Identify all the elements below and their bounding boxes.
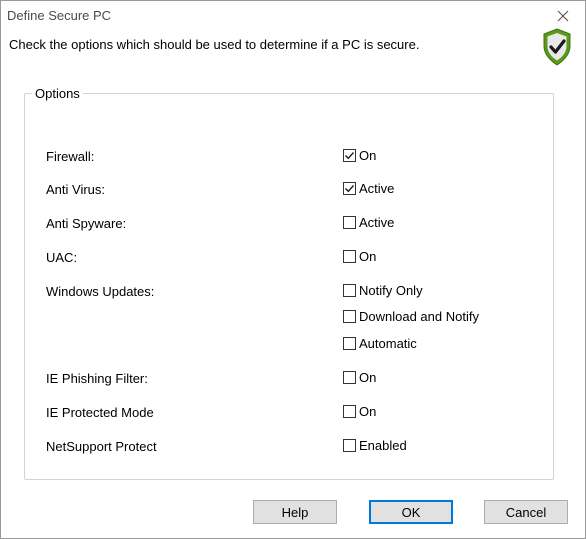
netsupport-protect-label: NetSupport Protect — [46, 439, 157, 454]
ie-protected-mode-on-checkbox[interactable]: On — [343, 404, 376, 419]
automatic-label: Automatic — [359, 336, 417, 351]
shield-check-icon — [543, 28, 571, 66]
ie-protected-mode-on-label: On — [359, 404, 377, 419]
checkbox-box[interactable] — [343, 149, 356, 162]
anti-spyware-label: Anti Spyware: — [46, 216, 127, 231]
uac-on-checkbox[interactable]: On — [343, 249, 376, 264]
checkmark-icon — [345, 185, 355, 193]
netsupport-protect-enabled-checkbox[interactable]: Enabled — [343, 438, 407, 453]
ie-protected-mode-label: IE Protected Mode — [46, 405, 154, 420]
anti-virus-label: Anti Virus: — [46, 182, 106, 197]
windows-updates-download-notify-checkbox[interactable]: Download and Notify — [343, 309, 479, 324]
checkbox-box[interactable] — [343, 337, 356, 350]
windows-updates-automatic-checkbox[interactable]: Automatic — [343, 336, 417, 351]
checkbox-box[interactable] — [343, 284, 356, 297]
uac-on-label: On — [359, 249, 377, 264]
ok-button[interactable]: OK — [369, 500, 453, 524]
ie-phishing-filter-on-checkbox[interactable]: On — [343, 370, 376, 385]
checkbox-box[interactable] — [343, 216, 356, 229]
anti-spyware-active-label: Active — [359, 215, 395, 230]
ie-phishing-filter-label: IE Phishing Filter: — [46, 371, 148, 386]
netsupport-protect-enabled-label: Enabled — [359, 438, 407, 453]
uac-label: UAC: — [46, 250, 78, 265]
anti-virus-active-checkbox[interactable]: Active — [343, 181, 394, 196]
firewall-label: Firewall: — [46, 149, 95, 164]
windows-updates-label: Windows Updates: — [46, 284, 155, 299]
close-icon — [557, 10, 569, 22]
cancel-button[interactable]: Cancel — [484, 500, 568, 524]
window-title: Define Secure PC — [7, 8, 112, 23]
checkmark-icon — [345, 152, 355, 160]
notify-only-label: Notify Only — [359, 283, 423, 298]
checkbox-box[interactable] — [343, 182, 356, 195]
options-group: Options Firewall: On Anti Virus: Active … — [24, 86, 554, 480]
ie-phishing-filter-on-label: On — [359, 370, 377, 385]
windows-updates-notify-only-checkbox[interactable]: Notify Only — [343, 283, 423, 298]
firewall-on-label: On — [359, 148, 377, 163]
checkbox-box[interactable] — [343, 371, 356, 384]
checkbox-box[interactable] — [343, 310, 356, 323]
help-button[interactable]: Help — [253, 500, 337, 524]
anti-virus-active-label: Active — [359, 181, 395, 196]
checkbox-box[interactable] — [343, 250, 356, 263]
options-group-label: Options — [32, 86, 83, 101]
instruction-text: Check the options which should be used t… — [9, 37, 420, 52]
firewall-on-checkbox[interactable]: On — [343, 148, 376, 163]
checkbox-box[interactable] — [343, 439, 356, 452]
checkbox-box[interactable] — [343, 405, 356, 418]
download-and-notify-label: Download and Notify — [359, 309, 479, 324]
anti-spyware-active-checkbox[interactable]: Active — [343, 215, 394, 230]
define-secure-pc-dialog: Define Secure PC Check the options which… — [0, 0, 586, 539]
title-bar: Define Secure PC — [1, 1, 585, 31]
